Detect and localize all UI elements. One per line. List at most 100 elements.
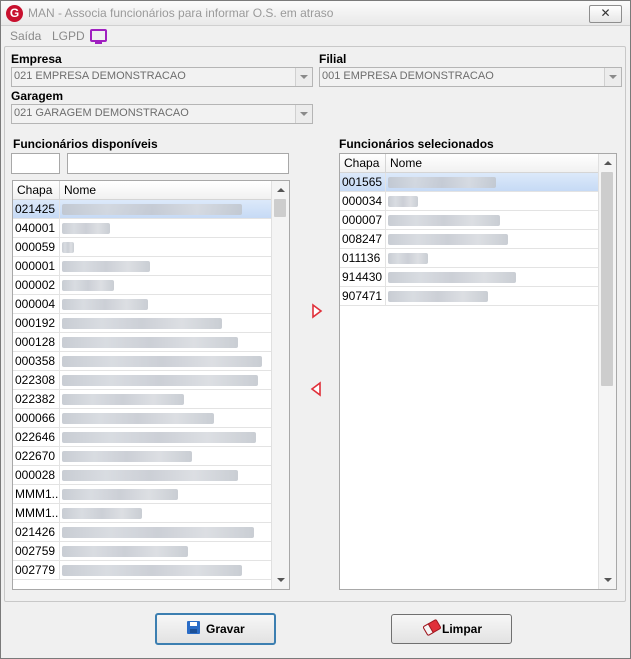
redacted-name-cell bbox=[388, 215, 500, 226]
chapa-cell: 914430 bbox=[340, 268, 386, 286]
eraser-icon bbox=[422, 618, 442, 637]
chapa-cell: 000128 bbox=[13, 333, 60, 351]
redacted-name-cell bbox=[62, 413, 214, 424]
redacted-name-cell bbox=[62, 527, 254, 538]
table-row[interactable]: 000059 bbox=[13, 238, 271, 257]
table-row[interactable]: 021426 bbox=[13, 523, 271, 542]
chapa-cell: MMM1... bbox=[15, 504, 60, 522]
redacted-name-cell bbox=[62, 451, 192, 462]
chevron-down-icon[interactable] bbox=[295, 68, 312, 86]
move-right-arrow-shape bbox=[312, 303, 323, 319]
chapa-cell: 000358 bbox=[13, 352, 60, 370]
menu-item-lgpd[interactable]: LGPD bbox=[52, 29, 85, 43]
available-scrollbar[interactable] bbox=[271, 181, 289, 589]
table-row[interactable]: 000358 bbox=[13, 352, 271, 371]
table-row[interactable]: 907471 bbox=[340, 287, 598, 306]
column-header-chapa[interactable]: Chapa bbox=[340, 154, 386, 172]
table-row[interactable]: 022646 bbox=[13, 428, 271, 447]
redacted-name-cell bbox=[62, 356, 262, 367]
scroll-down-arrow-icon[interactable] bbox=[272, 572, 289, 589]
table-row[interactable]: 001565 bbox=[340, 173, 598, 192]
nome-filter-input[interactable] bbox=[67, 153, 289, 174]
chapa-cell: 002759 bbox=[13, 542, 60, 560]
scroll-thumb[interactable] bbox=[601, 172, 613, 386]
gravar-button-label: Gravar bbox=[206, 622, 245, 636]
redacted-name-cell bbox=[62, 546, 188, 557]
redacted-name-cell bbox=[62, 223, 110, 234]
chapa-cell: 000059 bbox=[13, 238, 60, 256]
available-grid-header: Chapa Nome bbox=[13, 181, 271, 200]
filial-select[interactable]: 001 EMPRESA DEMONSTRACAO bbox=[319, 67, 622, 87]
redacted-name-cell bbox=[62, 318, 222, 329]
chapa-cell: MMM1... bbox=[15, 485, 60, 503]
column-header-nome[interactable]: Nome bbox=[60, 181, 271, 199]
limpar-button[interactable]: Limpar bbox=[391, 614, 512, 644]
table-row[interactable]: 022308 bbox=[13, 371, 271, 390]
move-left-arrow-icon[interactable] bbox=[309, 381, 323, 397]
table-row[interactable]: 008247 bbox=[340, 230, 598, 249]
chapa-cell: 022308 bbox=[13, 371, 60, 389]
table-row[interactable]: 002759 bbox=[13, 542, 271, 561]
table-row[interactable]: 000066 bbox=[13, 409, 271, 428]
table-row[interactable]: 011136 bbox=[340, 249, 598, 268]
redacted-name-cell bbox=[62, 204, 242, 215]
chapa-cell: 000004 bbox=[13, 295, 60, 313]
chevron-down-icon[interactable] bbox=[295, 105, 312, 123]
table-row[interactable]: 000004 bbox=[13, 295, 271, 314]
table-row[interactable]: 002779 bbox=[13, 561, 271, 580]
menu-item-saida[interactable]: Saída bbox=[10, 29, 41, 43]
table-row[interactable]: MMM1... bbox=[13, 485, 271, 504]
menu-bar: Saída LGPD bbox=[1, 27, 630, 45]
table-row[interactable]: 000001 bbox=[13, 257, 271, 276]
table-row[interactable]: 000002 bbox=[13, 276, 271, 295]
chevron-down-icon[interactable] bbox=[604, 68, 621, 86]
selected-grid[interactable]: Chapa Nome 001565 000034 000007 008247 01113… bbox=[339, 153, 617, 590]
main-window: G MAN - Associa funcionários para inform… bbox=[0, 0, 631, 659]
table-row[interactable]: 000128 bbox=[13, 333, 271, 352]
table-row[interactable]: 000192 bbox=[13, 314, 271, 333]
table-row[interactable]: 040001 bbox=[13, 219, 271, 238]
selected-scrollbar[interactable] bbox=[598, 154, 616, 589]
gravar-button[interactable]: Gravar bbox=[155, 613, 276, 645]
move-right-arrow-icon[interactable] bbox=[310, 303, 324, 319]
save-disk-icon bbox=[187, 621, 200, 634]
redacted-name-cell bbox=[62, 261, 150, 272]
chapa-cell: 907471 bbox=[340, 287, 386, 305]
close-button[interactable]: ✕ bbox=[589, 5, 622, 23]
scroll-down-arrow-icon[interactable] bbox=[599, 572, 616, 589]
column-header-chapa[interactable]: Chapa bbox=[13, 181, 60, 199]
chapa-filter-input[interactable] bbox=[11, 153, 60, 174]
empresa-label: Empresa bbox=[11, 52, 62, 66]
redacted-name-cell bbox=[388, 234, 508, 245]
table-row[interactable]: 021425 bbox=[13, 200, 271, 219]
monitor-icon[interactable] bbox=[90, 29, 107, 44]
empresa-select-value: 021 EMPRESA DEMONSTRACAO bbox=[14, 70, 186, 82]
redacted-name-cell bbox=[62, 242, 74, 253]
available-grid[interactable]: Chapa Nome 021425 040001 000059 000001 00000… bbox=[12, 180, 290, 590]
table-row[interactable]: 022670 bbox=[13, 447, 271, 466]
table-row[interactable]: MMM1... bbox=[13, 504, 271, 523]
table-row[interactable]: 000007 bbox=[340, 211, 598, 230]
redacted-name-cell bbox=[388, 272, 516, 283]
scroll-up-arrow-icon[interactable] bbox=[599, 154, 616, 171]
table-row[interactable]: 914430 bbox=[340, 268, 598, 287]
empresa-select[interactable]: 021 EMPRESA DEMONSTRACAO bbox=[11, 67, 313, 87]
scroll-up-arrow-icon[interactable] bbox=[272, 181, 289, 198]
table-row[interactable]: 022382 bbox=[13, 390, 271, 409]
scroll-thumb[interactable] bbox=[274, 199, 286, 217]
redacted-name-cell bbox=[62, 470, 238, 481]
chapa-cell: 000028 bbox=[13, 466, 60, 484]
chapa-cell: 000002 bbox=[13, 276, 60, 294]
chapa-filter-field[interactable] bbox=[12, 154, 59, 173]
nome-filter-field[interactable] bbox=[68, 154, 288, 173]
chapa-cell: 000007 bbox=[340, 211, 386, 229]
table-row[interactable]: 000028 bbox=[13, 466, 271, 485]
table-row[interactable]: 000034 bbox=[340, 192, 598, 211]
chapa-cell: 040001 bbox=[13, 219, 60, 237]
redacted-name-cell bbox=[388, 253, 428, 264]
column-header-nome[interactable]: Nome bbox=[386, 154, 598, 172]
redacted-name-cell bbox=[62, 565, 242, 576]
chapa-cell: 001565 bbox=[340, 173, 386, 191]
garagem-select[interactable]: 021 GARAGEM DEMONSTRACAO bbox=[11, 104, 313, 124]
app-logo-icon: G bbox=[6, 5, 23, 22]
